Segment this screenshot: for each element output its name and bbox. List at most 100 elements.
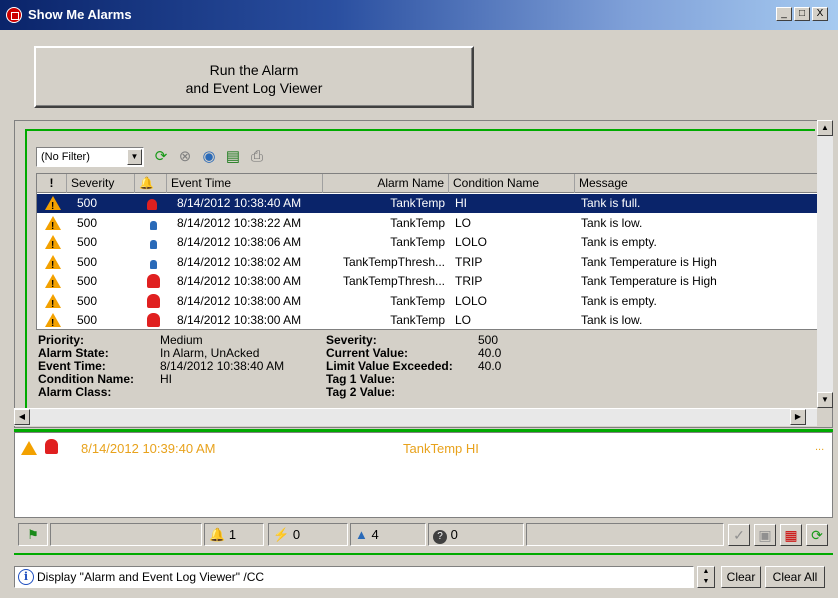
- banner-time: 8/14/2012 10:39:40 AM: [81, 441, 216, 456]
- alarm-name-cell: TankTemp: [390, 196, 445, 210]
- clear-all-button[interactable]: Clear All: [765, 566, 825, 588]
- alarm-name-cell: TankTempThresh...: [342, 254, 445, 269]
- status-blue-alarm-count: ▲ 4: [350, 523, 426, 546]
- condition-name-cell: HI: [455, 196, 467, 210]
- scroll-right-arrow-icon[interactable]: ▶: [790, 409, 806, 425]
- alarm-name-cell: TankTempThresh...: [342, 274, 445, 288]
- severity-cell: 500: [77, 293, 98, 308]
- severity-cell: 500: [77, 274, 98, 288]
- status-bar: ⚑ 🔔 1 ⚡ 0 ▲ 4 ? 0 ✓ ▣ ▦ ⟳: [14, 521, 833, 548]
- red-count-value: 1: [228, 527, 237, 542]
- red-bell-icon: [147, 313, 160, 327]
- acknowledge-icon[interactable]: ✓: [728, 524, 750, 546]
- col-header-severity[interactable]: Severity: [67, 174, 135, 193]
- condition-name-cell: LOLO: [455, 293, 488, 308]
- table-row[interactable]: 500 8/14/2012 10:38:00 AM TankTemp LO Tank i…: [37, 311, 817, 329]
- connection-flag-icon: ⚑: [18, 523, 48, 546]
- warning-icon: [45, 254, 61, 275]
- red-bell-icon: [147, 274, 160, 288]
- blue-count-value: 4: [371, 527, 379, 542]
- run-viewer-label-line2: and Event Log Viewer: [185, 80, 323, 96]
- table-row[interactable]: 500 8/14/2012 10:38:02 AM TankTempThresh..…: [37, 253, 817, 275]
- title-bar: Show Me Alarms _ □ X: [0, 0, 838, 30]
- viewer-horizontal-scrollbar[interactable]: ◀ ▶: [14, 408, 817, 426]
- col-header-condition-name[interactable]: Condition Name: [449, 174, 575, 193]
- col-header-alarm-name[interactable]: Alarm Name: [323, 174, 449, 193]
- scroll-down-arrow-icon[interactable]: ▼: [817, 392, 833, 408]
- chevron-down-icon[interactable]: ▼: [127, 149, 142, 165]
- table-row[interactable]: 500 8/14/2012 10:38:00 AM TankTemp LOLO Tank…: [37, 292, 817, 314]
- severity-cell: 500: [77, 313, 98, 327]
- detail-tag2-label: Tag 2 Value:: [326, 385, 396, 399]
- run-viewer-button[interactable]: Run the Alarm and Event Log Viewer: [34, 46, 474, 108]
- condition-name-cell: LOLO: [455, 235, 488, 249]
- table-row[interactable]: 500 8/14/2012 10:38:40 AM TankTemp HI Tank i…: [37, 194, 817, 216]
- minimize-button[interactable]: _: [776, 7, 792, 21]
- event-time-cell: 8/14/2012 10:38:00 AM: [177, 313, 302, 327]
- message-cell: Tank Temperature is High: [581, 274, 717, 288]
- alarm-name-cell: TankTemp: [390, 235, 445, 249]
- bell-icon: 🔔: [139, 176, 154, 190]
- detail-class-label: Alarm Class:: [38, 385, 112, 399]
- col-header-priority[interactable]: !: [37, 174, 67, 193]
- detail-time-value: 8/14/2012 10:38:40 AM: [160, 359, 285, 373]
- message-cell: Tank is full.: [581, 196, 641, 210]
- status-disabled-count: ⚡ 0: [268, 523, 348, 546]
- scroll-up-arrow-icon[interactable]: ▲: [817, 120, 833, 136]
- window-title: Show Me Alarms: [28, 7, 132, 22]
- command-line-input[interactable]: i Display "Alarm and Event Log Viewer" /…: [14, 566, 694, 588]
- table-row[interactable]: 500 8/14/2012 10:38:00 AM TankTempThresh..…: [37, 272, 817, 294]
- event-time-cell: 8/14/2012 10:38:22 AM: [177, 215, 302, 230]
- print-icon[interactable]: ⎙: [248, 148, 266, 166]
- event-time-cell: 8/14/2012 10:38:00 AM: [177, 274, 302, 288]
- message-cell: Tank is low.: [581, 215, 643, 230]
- warning-icon: [45, 313, 61, 329]
- message-cell: Tank is empty.: [581, 235, 657, 249]
- run-viewer-label-line1: Run the Alarm: [209, 62, 299, 78]
- col-header-event-time[interactable]: Event Time: [167, 174, 323, 193]
- app-icon[interactable]: [6, 7, 22, 23]
- silence-icon[interactable]: ▣: [754, 524, 776, 546]
- message-cell: Tank is low.: [581, 313, 643, 327]
- condition-name-cell: TRIP: [455, 274, 483, 288]
- sound-icon[interactable]: ◉: [200, 148, 218, 166]
- disabled-bell-icon: ⚡: [273, 527, 290, 542]
- blue-bell-icon: ▲: [355, 527, 368, 542]
- details-icon[interactable]: ▤: [224, 148, 242, 166]
- scroll-left-arrow-icon[interactable]: ◀: [14, 409, 30, 425]
- detail-limit-value: 40.0: [478, 359, 502, 373]
- alarm-banner[interactable]: 8/14/2012 10:39:40 AM TankTemp HI ...: [14, 432, 833, 518]
- detail-condition-value: HI: [160, 372, 172, 386]
- col-header-bell[interactable]: 🔔: [135, 174, 167, 193]
- viewer-toolbar: (No Filter) ▼ ⟳ ⊗ ◉ ▤ ⎙: [26, 144, 824, 172]
- banner-more: ...: [815, 441, 825, 453]
- warning-icon: [45, 235, 61, 255]
- alarm-name-cell: TankTemp: [390, 313, 445, 327]
- warning-icon: [45, 274, 61, 294]
- unknown-count-value: 0: [450, 527, 458, 542]
- command-spinner[interactable]: ▲ ▼: [697, 566, 715, 588]
- severity-cell: 500: [77, 235, 98, 249]
- event-time-cell: 8/14/2012 10:38:00 AM: [177, 293, 302, 308]
- severity-cell: 500: [77, 254, 98, 269]
- close-button[interactable]: X: [812, 7, 828, 21]
- blue-bell-icon: [150, 259, 157, 269]
- disabled-count-value: 0: [292, 527, 301, 542]
- status-blank-panel: [50, 523, 202, 546]
- red-bell-icon: [147, 293, 160, 308]
- refresh-status-icon[interactable]: ⟳: [806, 524, 828, 546]
- filter-select[interactable]: (No Filter) ▼: [36, 147, 144, 167]
- red-bell-icon: [147, 199, 157, 210]
- table-row[interactable]: 500 8/14/2012 10:38:22 AM TankTemp LO Tank i…: [37, 214, 817, 236]
- stop-icon[interactable]: ⊗: [176, 148, 194, 166]
- alarm-name-cell: TankTemp: [390, 215, 445, 230]
- viewer-vertical-scrollbar[interactable]: ▲ ▼: [817, 120, 833, 408]
- col-header-message[interactable]: Message: [575, 174, 817, 193]
- maximize-button[interactable]: □: [794, 7, 810, 21]
- clear-button[interactable]: Clear: [721, 566, 761, 588]
- alarm-list-icon[interactable]: ▦: [780, 524, 802, 546]
- event-time-cell: 8/14/2012 10:38:06 AM: [177, 235, 302, 249]
- table-row[interactable]: 500 8/14/2012 10:38:06 AM TankTemp LOLO Tank…: [37, 233, 817, 255]
- alarm-grid[interactable]: ! Severity 🔔 Event Time Alarm Name Condi…: [36, 173, 818, 330]
- refresh-icon[interactable]: ⟳: [152, 148, 170, 166]
